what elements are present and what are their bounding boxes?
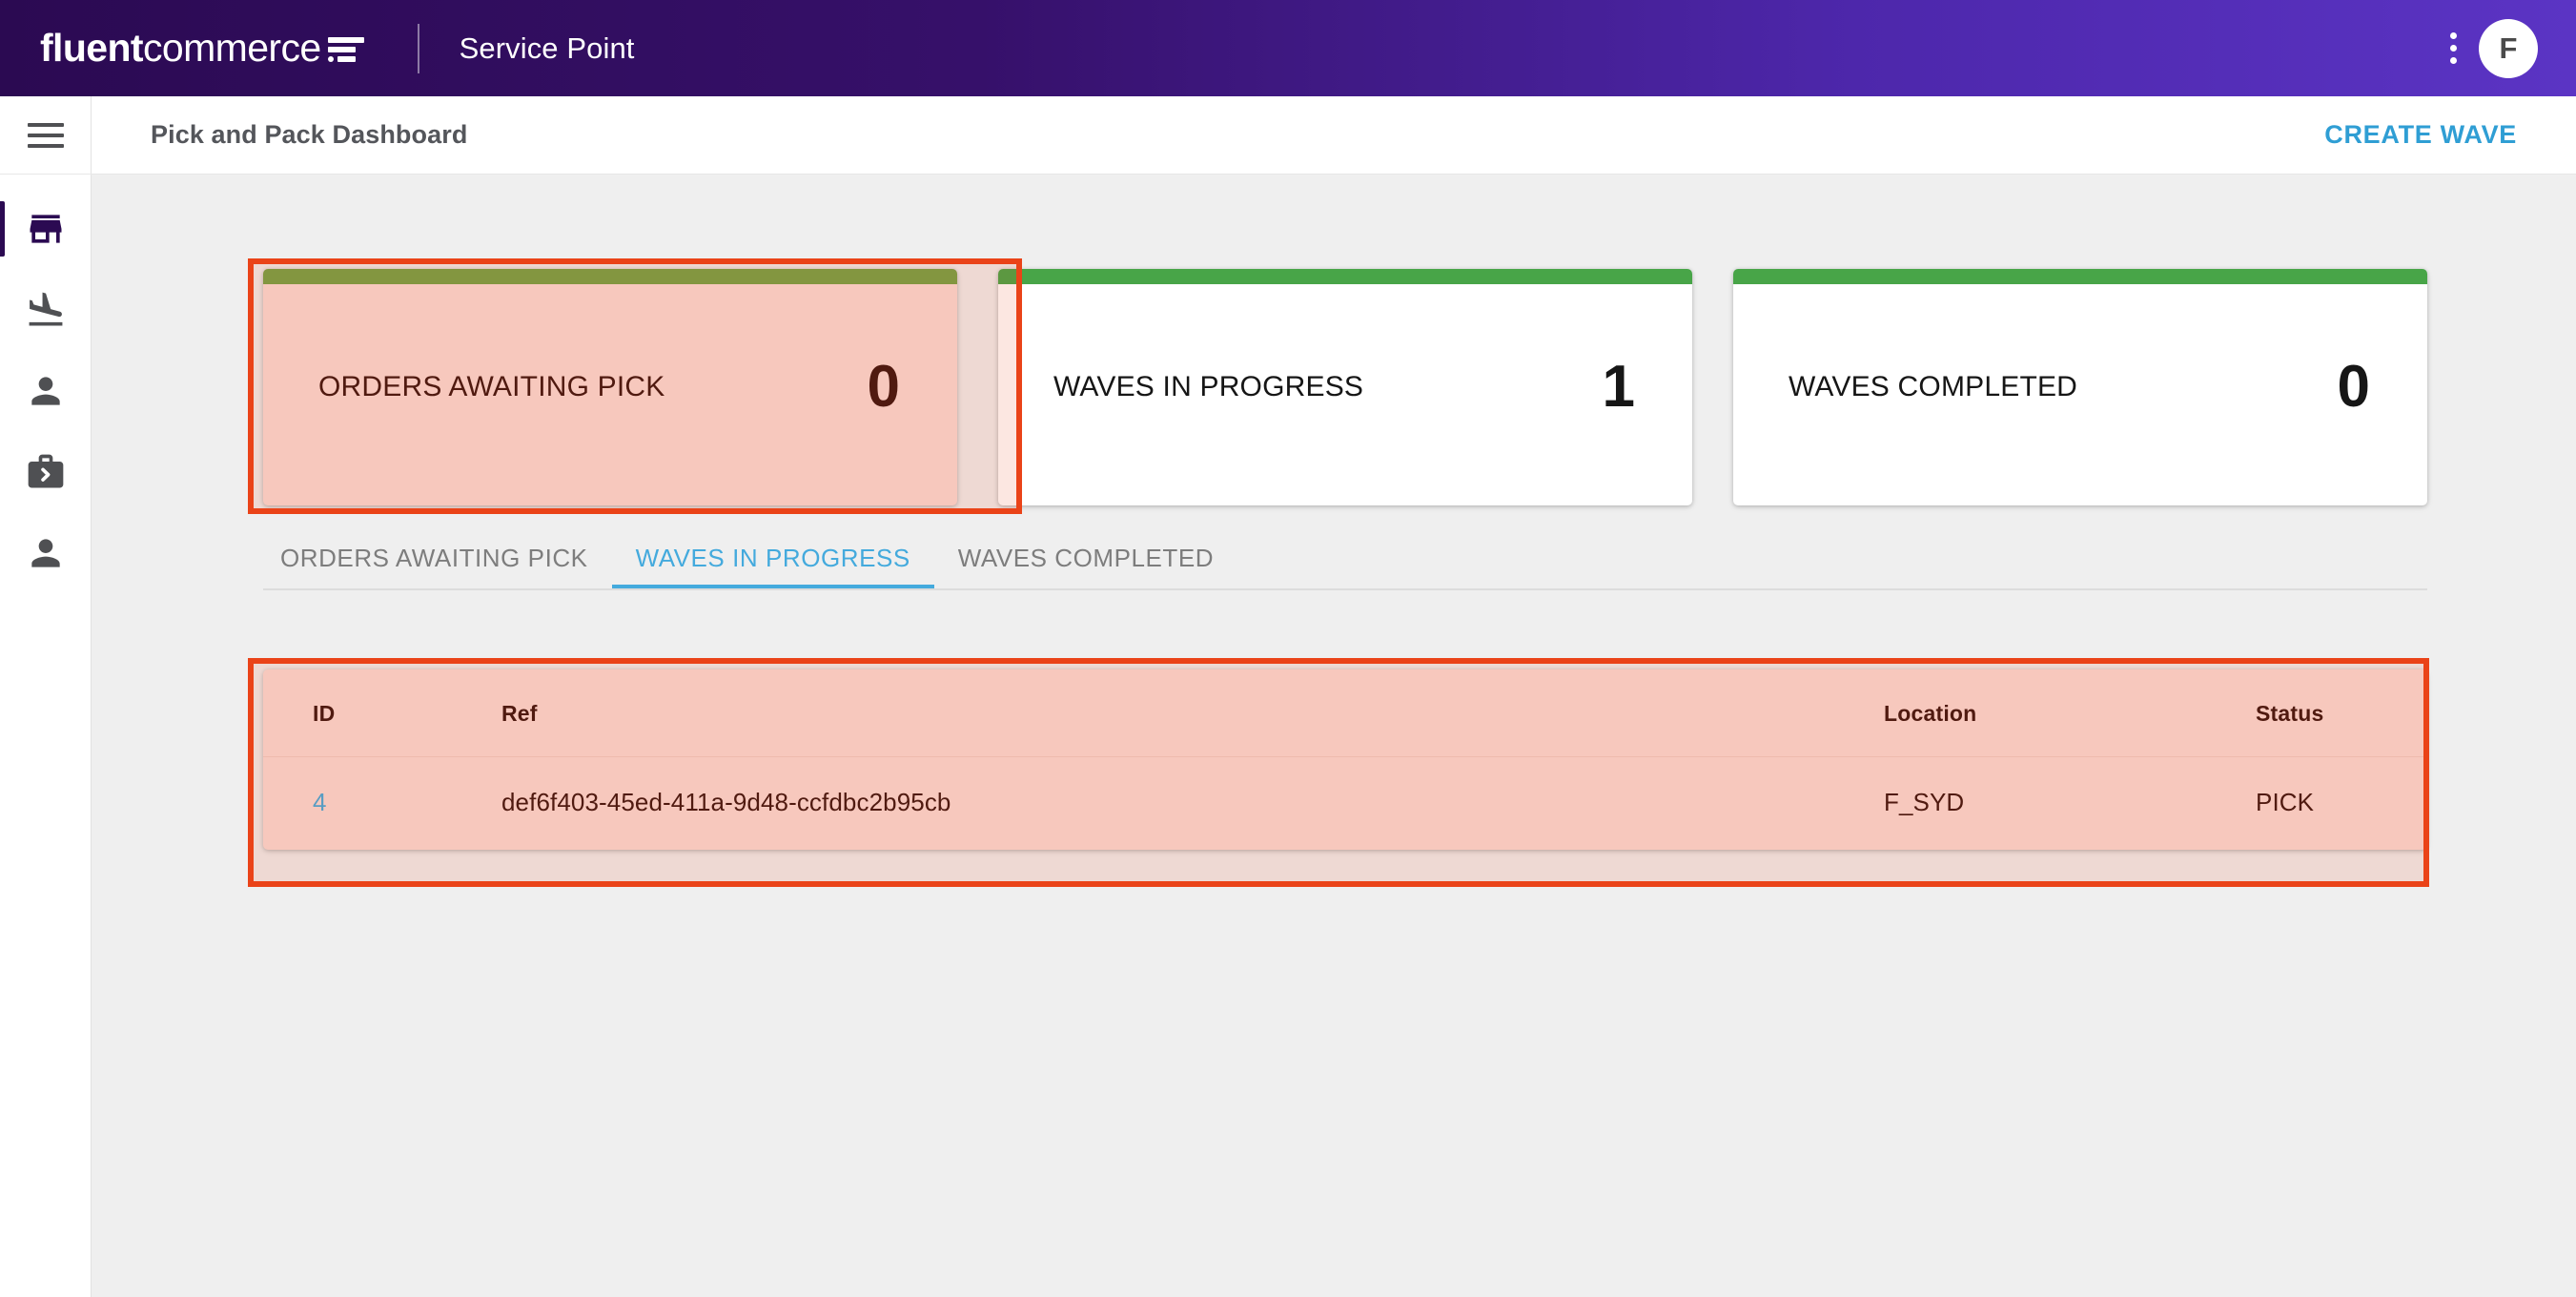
stat-card-waves-completed[interactable]: WAVES COMPLETED 0 bbox=[1733, 269, 2427, 505]
column-header-status[interactable]: Status bbox=[2256, 669, 2427, 757]
stat-card-label: WAVES IN PROGRESS bbox=[1053, 371, 1363, 403]
rail-item-list bbox=[0, 175, 91, 593]
sidebar-item-flight-land[interactable] bbox=[0, 269, 92, 350]
waves-table: ID Ref Location Status 4 def6f403-45ed-4… bbox=[263, 669, 2427, 850]
sidebar-item-person-alt[interactable] bbox=[0, 512, 92, 593]
stat-card-value: 0 bbox=[2338, 358, 2370, 417]
table-header-row: ID Ref Location Status bbox=[263, 669, 2427, 757]
tab-waves-in-progress[interactable]: WAVES IN PROGRESS bbox=[612, 544, 934, 588]
cell-id: 4 bbox=[263, 757, 501, 851]
sidebar-toggle-button[interactable] bbox=[0, 96, 92, 175]
waves-table-card: ID Ref Location Status 4 def6f403-45ed-4… bbox=[263, 669, 2427, 850]
tab-list: ORDERS AWAITING PICK WAVES IN PROGRESS W… bbox=[263, 535, 2427, 588]
tab-underline-rule bbox=[263, 588, 2427, 590]
topbar-right-actions: F bbox=[2439, 19, 2538, 78]
table-row[interactable]: 4 def6f403-45ed-411a-9d48-ccfdbc2b95cb F… bbox=[263, 757, 2427, 851]
brand-area[interactable]: fluentcommerce bbox=[40, 29, 364, 68]
page-header: Pick and Pack Dashboard CREATE WAVE bbox=[92, 96, 2576, 175]
stat-card-label: WAVES COMPLETED bbox=[1789, 371, 2077, 403]
store-icon bbox=[25, 208, 67, 250]
cell-ref: def6f403-45ed-411a-9d48-ccfdbc2b95cb bbox=[501, 757, 1884, 851]
table-header: ID Ref Location Status bbox=[263, 669, 2427, 757]
table-body: 4 def6f403-45ed-411a-9d48-ccfdbc2b95cb F… bbox=[263, 757, 2427, 851]
tab-waves-completed[interactable]: WAVES COMPLETED bbox=[934, 544, 1237, 588]
stat-card-value: 0 bbox=[868, 358, 900, 417]
cell-location: F_SYD bbox=[1884, 757, 2256, 851]
kebab-menu-icon[interactable] bbox=[2439, 27, 2467, 71]
main-content-area: ORDERS AWAITING PICK 0 WAVES IN PROGRESS… bbox=[92, 175, 2576, 1297]
create-wave-button[interactable]: CREATE WAVE bbox=[2324, 120, 2517, 150]
column-header-ref[interactable]: Ref bbox=[501, 669, 1884, 757]
page-title: Pick and Pack Dashboard bbox=[151, 120, 467, 150]
logo-text-commerce: commerce bbox=[143, 29, 321, 68]
stat-card-orders-awaiting-pick[interactable]: ORDERS AWAITING PICK 0 bbox=[263, 269, 957, 505]
header-divider bbox=[418, 24, 419, 73]
avatar[interactable]: F bbox=[2479, 19, 2538, 78]
person-icon bbox=[25, 370, 67, 412]
sidebar-item-work[interactable] bbox=[0, 431, 92, 512]
card-top-accent-bar bbox=[263, 269, 957, 284]
work-briefcase-icon bbox=[25, 451, 67, 493]
stat-card-row: ORDERS AWAITING PICK 0 WAVES IN PROGRESS… bbox=[263, 269, 2427, 505]
sidebar-item-person[interactable] bbox=[0, 350, 92, 431]
top-navigation-bar: fluentcommerce Service Point F bbox=[0, 0, 2576, 96]
logo-text-fluent: fluent bbox=[40, 29, 143, 68]
flight-land-icon bbox=[25, 289, 67, 331]
card-top-accent-bar bbox=[998, 269, 1692, 284]
wave-id-link[interactable]: 4 bbox=[313, 788, 327, 816]
hamburger-icon bbox=[28, 123, 64, 148]
left-nav-rail bbox=[0, 96, 92, 1297]
tab-bar: ORDERS AWAITING PICK WAVES IN PROGRESS W… bbox=[263, 535, 2427, 590]
person-icon bbox=[25, 532, 67, 574]
fluentcommerce-logo[interactable]: fluentcommerce bbox=[40, 29, 364, 68]
stat-card-waves-in-progress[interactable]: WAVES IN PROGRESS 1 bbox=[998, 269, 1692, 505]
tab-orders-awaiting-pick[interactable]: ORDERS AWAITING PICK bbox=[263, 544, 612, 588]
column-header-location[interactable]: Location bbox=[1884, 669, 2256, 757]
cell-status: PICK bbox=[2256, 757, 2427, 851]
stat-card-label: ORDERS AWAITING PICK bbox=[318, 371, 665, 403]
fluent-logo-mark-icon bbox=[328, 34, 364, 63]
stat-card-value: 1 bbox=[1603, 358, 1635, 417]
sidebar-item-store[interactable] bbox=[0, 188, 92, 269]
card-top-accent-bar bbox=[1733, 269, 2427, 284]
app-name-label: Service Point bbox=[460, 31, 635, 66]
column-header-id[interactable]: ID bbox=[263, 669, 501, 757]
